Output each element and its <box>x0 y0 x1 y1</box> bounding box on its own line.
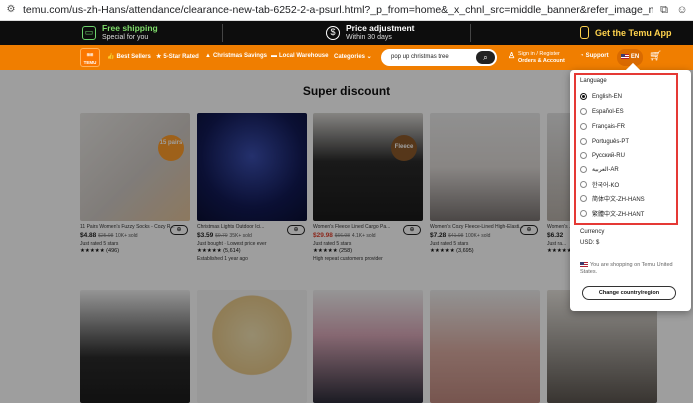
temu-logo[interactable]: ⊞⊞ TEMU <box>80 48 100 67</box>
cart-icon[interactable]: 🛒︎ <box>649 51 662 62</box>
product-image[interactable] <box>197 290 307 403</box>
thumbs-up-icon: 👍 <box>107 54 115 60</box>
add-to-cart-button[interactable]: ⊕ <box>170 225 188 235</box>
dollar-icon: $ <box>326 25 340 40</box>
language-option-ru[interactable]: Русский-RU <box>580 152 625 159</box>
language-option-es[interactable]: Español-ES <box>580 108 624 115</box>
nav-categories[interactable]: Categories ⌄ <box>334 53 372 60</box>
language-option-zh-hant[interactable]: 繁體中文-ZH-HANT <box>580 209 644 218</box>
language-option-fr[interactable]: Français-FR <box>580 123 625 130</box>
product-card[interactable]: Women's Cozy Fleece-Lined High-Elasti...… <box>430 113 540 254</box>
promo-bar: ▭ Free shipping Special for you $ Price … <box>0 21 693 45</box>
support-link[interactable]: ◔ Support <box>580 53 609 59</box>
radio-button[interactable] <box>580 210 587 217</box>
product-image[interactable]: 15 pairs <box>80 113 190 221</box>
language-option-en[interactable]: English-EN <box>580 93 622 100</box>
nav-local-warehouse[interactable]: ▬ Local Warehouse <box>271 53 328 59</box>
language-option-ar[interactable]: العربية-AR <box>580 166 619 173</box>
search-icon[interactable]: ⌕ <box>476 51 495 64</box>
radio-button[interactable] <box>580 181 587 188</box>
language-section-title: Language <box>580 78 607 84</box>
language-option-ko[interactable]: 한국어-KO <box>580 180 619 189</box>
truck-icon: ▭ <box>82 25 96 40</box>
headset-icon: ◔ <box>580 53 584 59</box>
us-flag-icon <box>580 262 588 268</box>
search-input[interactable]: pop up christmas tree <box>391 54 449 60</box>
star-badge-icon: ★ <box>156 54 162 60</box>
product-image[interactable] <box>430 290 540 403</box>
currency-section-title: Currency <box>580 229 605 235</box>
add-to-cart-button[interactable]: ⊕ <box>520 225 538 235</box>
search-bar[interactable]: pop up christmas tree ⌕ <box>381 49 497 66</box>
shipping-region-note: You are shopping on Temu United States. <box>580 262 673 275</box>
change-country-button[interactable]: Change country/region <box>582 286 676 300</box>
user-icon: ♙ <box>508 51 516 60</box>
christmas-tree-icon: ▲ <box>205 53 211 59</box>
product-card[interactable]: Christmas Lights Outdoor Ici... $3.59 $9… <box>197 113 307 262</box>
truck-icon: ▬ <box>271 53 277 59</box>
radio-button[interactable] <box>580 138 587 145</box>
radio-selected[interactable] <box>580 93 587 100</box>
price-adjustment-title: Price adjustment <box>346 23 415 33</box>
radio-button[interactable] <box>580 195 587 202</box>
product-image[interactable]: Fleece <box>313 113 423 221</box>
phone-icon <box>580 26 589 39</box>
radio-button[interactable] <box>580 123 587 130</box>
browser-address-bar: ⚙ temu.com/us-zh-Hans/attendance/clearan… <box>0 0 693 21</box>
main-nav: ⊞⊞ TEMU 👍 Best Sellers ★ 5-Star Rated ▲ Chr… <box>0 45 693 70</box>
product-image[interactable] <box>197 113 307 221</box>
profile-icon[interactable]: ☺ <box>675 3 689 17</box>
language-button[interactable]: EN <box>617 49 643 66</box>
add-to-cart-button[interactable]: ⊕ <box>287 225 305 235</box>
free-shipping-promo[interactable]: ▭ Free shipping Special for you <box>82 23 158 42</box>
share-icon[interactable]: ⧉ <box>657 3 671 17</box>
site-settings-icon[interactable]: ⚙ <box>5 4 17 16</box>
url-text[interactable]: temu.com/us-zh-Hans/attendance/clearance… <box>23 4 653 16</box>
product-card[interactable]: Fleece Women's Fleece Lined Cargo Pa... … <box>313 113 423 262</box>
account-link[interactable]: ♙ Sign in / Register Orders & Account <box>508 51 565 65</box>
radio-button[interactable] <box>580 166 587 173</box>
product-image[interactable] <box>313 290 423 403</box>
product-image[interactable] <box>80 290 190 403</box>
nav-best-sellers[interactable]: 👍 Best Sellers <box>107 53 151 60</box>
product-badge: Fleece <box>391 135 417 161</box>
us-flag-icon <box>620 53 629 59</box>
product-image[interactable] <box>430 113 540 221</box>
product-card[interactable]: 15 pairs 11 Pairs Women's Fuzzy Socks - … <box>80 113 190 254</box>
nav-christmas-savings[interactable]: ▲ Christmas Savings <box>205 53 267 59</box>
free-shipping-title: Free shipping <box>102 23 158 33</box>
get-app-label: Get the Temu App <box>595 27 672 38</box>
radio-button[interactable] <box>580 108 587 115</box>
product-badge: 15 pairs <box>158 135 184 161</box>
language-option-zh-hans[interactable]: 简体中文-ZH-HANS <box>580 194 645 203</box>
radio-button[interactable] <box>580 152 587 159</box>
get-app-promo[interactable]: Get the Temu App <box>580 26 672 39</box>
divider <box>222 24 223 42</box>
divider <box>470 24 471 42</box>
add-to-cart-button[interactable]: ⊕ <box>403 225 421 235</box>
price-adjustment-sub: Within 30 days <box>346 34 392 41</box>
language-option-pt[interactable]: Português-PT <box>580 138 629 145</box>
free-shipping-sub: Special for you <box>102 34 149 41</box>
currency-value: USD: $ <box>580 240 600 246</box>
price-adjustment-promo[interactable]: $ Price adjustment Within 30 days <box>326 23 415 42</box>
nav-5-star-rated[interactable]: ★ 5-Star Rated <box>156 53 199 60</box>
